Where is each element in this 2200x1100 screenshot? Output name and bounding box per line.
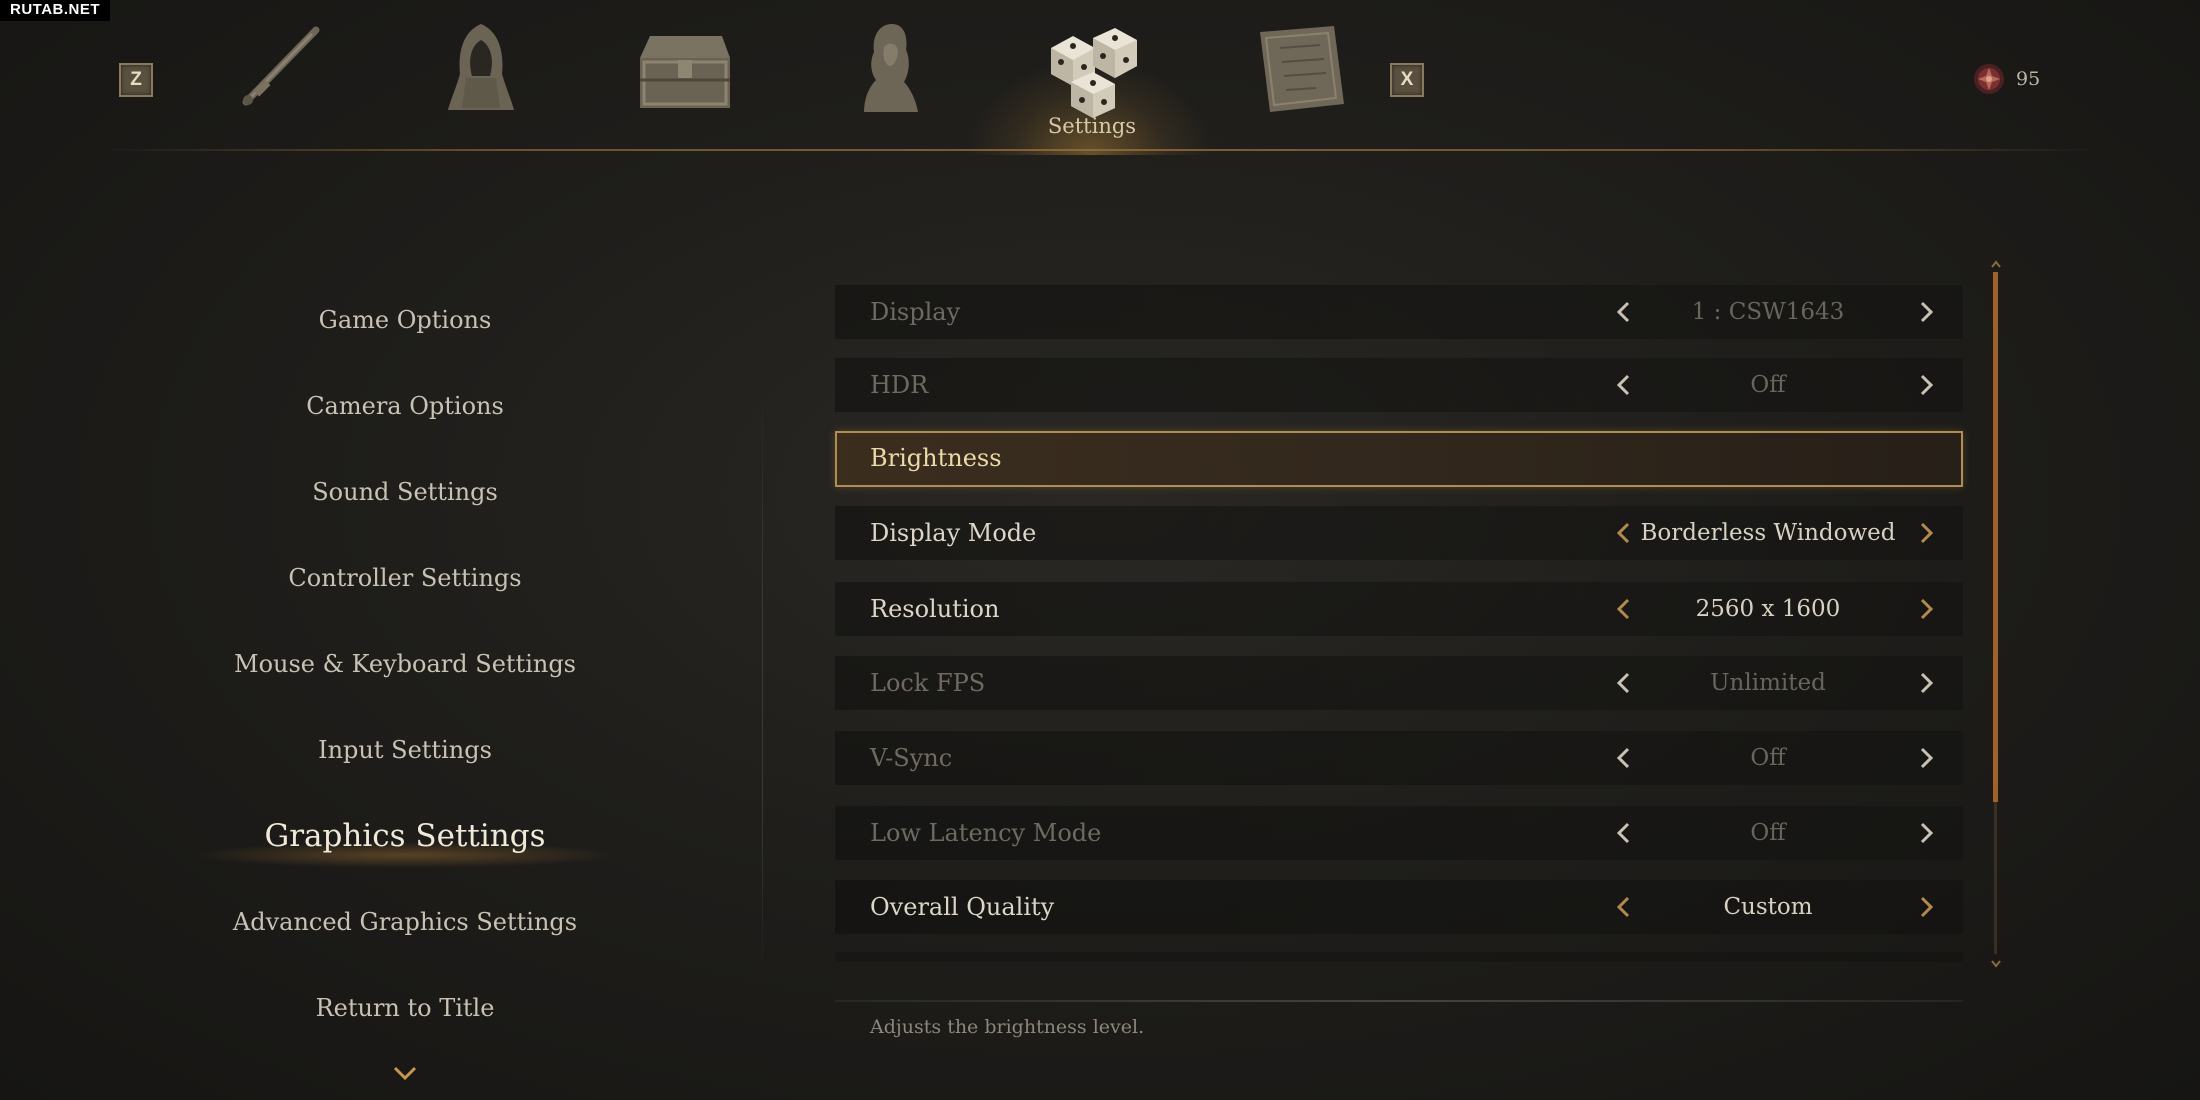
currency-display: 95 xyxy=(1972,62,2040,96)
map-scroll-icon xyxy=(1260,26,1344,112)
chevron-right-icon xyxy=(1920,598,1934,620)
tab-character[interactable] xyxy=(834,18,944,118)
next-option-button[interactable] xyxy=(1912,358,1942,412)
setting-label: Resolution xyxy=(870,595,1000,623)
menu-item-return-to-title[interactable]: Return to Title xyxy=(130,988,680,1028)
settings-scrollbar[interactable] xyxy=(1990,258,2002,970)
setting-value: Off xyxy=(1750,372,1786,398)
prev-option-button[interactable] xyxy=(1608,806,1638,860)
setting-row-brightness[interactable]: Brightness xyxy=(835,431,1963,487)
active-tab-label: Settings xyxy=(1047,114,1137,138)
next-option-button[interactable] xyxy=(1912,285,1942,339)
setting-value: Borderless Windowed xyxy=(1640,520,1896,546)
chevron-left-icon xyxy=(1616,301,1630,323)
prev-option-button[interactable] xyxy=(1608,285,1638,339)
character-portrait-icon xyxy=(864,24,918,112)
next-option-button[interactable] xyxy=(1912,656,1942,710)
menu-item-sound-settings[interactable]: Sound Settings xyxy=(130,472,680,512)
setting-label: Display Mode xyxy=(870,519,1037,547)
chevron-right-icon xyxy=(1920,822,1934,844)
settings-dice-icon xyxy=(1051,28,1137,118)
prev-option-button[interactable] xyxy=(1608,582,1638,636)
chevron-right-icon xyxy=(1920,301,1934,323)
prev-option-button[interactable] xyxy=(1608,880,1638,934)
setting-row-v-sync[interactable]: V-Sync Off xyxy=(835,731,1963,785)
setting-value: 1 : CSW1643 xyxy=(1691,299,1845,325)
chevron-left-icon xyxy=(1616,822,1630,844)
chevron-left-icon xyxy=(1616,598,1630,620)
tab-map[interactable] xyxy=(1246,18,1356,118)
setting-value: Off xyxy=(1750,820,1786,846)
chevron-left-icon xyxy=(1616,374,1630,396)
hooded-figure-icon xyxy=(448,24,514,110)
description-divider xyxy=(835,1000,1963,1002)
setting-row-lock-fps[interactable]: Lock FPS Unlimited xyxy=(835,656,1963,710)
next-option-button[interactable] xyxy=(1912,880,1942,934)
next-tab-key[interactable]: X xyxy=(1390,63,1424,97)
tab-equipment[interactable] xyxy=(426,18,536,118)
prev-option-button[interactable] xyxy=(1608,358,1638,412)
menu-item-camera-options[interactable]: Camera Options xyxy=(130,386,680,426)
setting-row-partial xyxy=(835,952,1963,962)
scroll-up-icon[interactable] xyxy=(1990,258,2002,270)
menu-scroll-down[interactable] xyxy=(392,1064,418,1086)
chevron-right-icon xyxy=(1920,672,1934,694)
menu-item-graphics-settings[interactable]: Graphics Settings xyxy=(130,816,680,868)
setting-label: Overall Quality xyxy=(870,893,1055,921)
setting-row-display-mode[interactable]: Display Mode Borderless Windowed xyxy=(835,506,1963,560)
setting-row-display[interactable]: Display 1 : CSW1643 xyxy=(835,285,1963,339)
chevron-right-icon xyxy=(1920,374,1934,396)
setting-row-resolution[interactable]: Resolution 2560 x 1600 xyxy=(835,582,1963,636)
gem-icon xyxy=(1974,64,2004,94)
prev-option-button[interactable] xyxy=(1608,656,1638,710)
treasure-chest-icon xyxy=(640,36,730,108)
setting-value: 2560 x 1600 xyxy=(1695,596,1841,622)
prev-option-button[interactable] xyxy=(1608,731,1638,785)
topbar-divider xyxy=(100,149,2100,151)
setting-value: Off xyxy=(1750,745,1786,771)
chevron-right-icon xyxy=(1920,896,1934,918)
top-navigation-bar: Z Settings X 95 xyxy=(0,0,2200,155)
chevron-right-icon xyxy=(1920,522,1934,544)
chevron-right-icon xyxy=(1920,747,1934,769)
menu-item-mouse-keyboard-settings[interactable]: Mouse & Keyboard Settings xyxy=(130,644,680,684)
setting-label: Lock FPS xyxy=(870,669,986,697)
chevron-down-icon xyxy=(393,1066,417,1081)
tab-settings[interactable] xyxy=(1037,22,1147,122)
setting-label: Low Latency Mode xyxy=(870,819,1102,847)
next-option-button[interactable] xyxy=(1912,582,1942,636)
next-option-button[interactable] xyxy=(1912,731,1942,785)
chevron-left-icon xyxy=(1616,896,1630,918)
chevron-left-icon xyxy=(1616,522,1630,544)
prev-tab-key[interactable]: Z xyxy=(119,63,153,97)
menu-item-controller-settings[interactable]: Controller Settings xyxy=(130,558,680,598)
menu-item-advanced-graphics-settings[interactable]: Advanced Graphics Settings xyxy=(130,902,680,942)
chevron-left-icon xyxy=(1616,747,1630,769)
panel-divider xyxy=(762,380,763,980)
setting-label: Brightness xyxy=(870,444,1002,472)
menu-item-game-options[interactable]: Game Options xyxy=(130,300,680,340)
scroll-down-icon[interactable] xyxy=(1990,958,2002,970)
currency-value: 95 xyxy=(2016,68,2041,90)
setting-value: Custom xyxy=(1723,894,1813,920)
tab-inventory[interactable] xyxy=(630,18,740,118)
setting-label: Display xyxy=(870,298,961,326)
next-option-button[interactable] xyxy=(1912,806,1942,860)
setting-row-overall-quality[interactable]: Overall Quality Custom xyxy=(835,880,1963,934)
setting-row-low-latency-mode[interactable]: Low Latency Mode Off xyxy=(835,806,1963,860)
prev-option-button[interactable] xyxy=(1608,506,1638,560)
setting-label: HDR xyxy=(870,371,929,399)
tab-weapons[interactable] xyxy=(226,18,336,118)
scrollbar-thumb[interactable] xyxy=(1993,272,1998,802)
menu-item-input-settings[interactable]: Input Settings xyxy=(130,730,680,770)
setting-value: Unlimited xyxy=(1710,670,1826,696)
setting-row-hdr[interactable]: HDR Off xyxy=(835,358,1963,412)
sword-icon xyxy=(242,26,320,106)
next-option-button[interactable] xyxy=(1912,506,1942,560)
setting-label: V-Sync xyxy=(870,744,953,772)
chevron-left-icon xyxy=(1616,672,1630,694)
setting-description: Adjusts the brightness level. xyxy=(870,1016,1145,1038)
